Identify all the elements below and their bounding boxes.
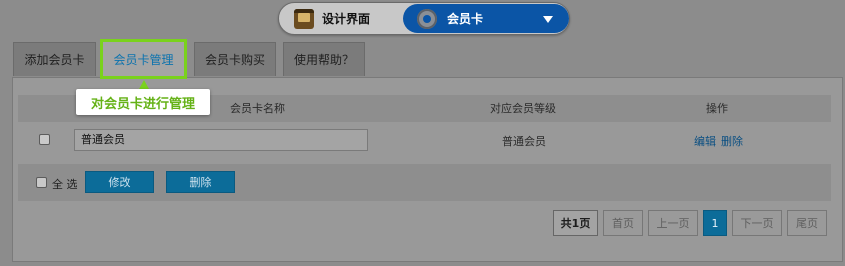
delete-link[interactable]: 删除 [721,133,743,149]
next-page-button[interactable]: 下一页 [732,210,782,236]
column-header-name: 会员卡名称 [230,102,285,115]
board-icon [294,8,314,29]
view-toggle: 设计界面 会员卡 [278,2,570,35]
member-level-value: 普通会员 [502,135,546,148]
page-total: 共1页 [553,210,598,236]
tab-label: 添加会员卡 [24,53,85,67]
guide-tooltip: 对会员卡进行管理 [76,89,210,115]
column-header-level: 对应会员等级 [490,102,556,115]
bulk-delete-button[interactable]: 删除 [166,171,235,193]
member-card-label: 会员卡 [447,12,484,26]
chevron-down-icon [543,16,553,23]
tooltip-arrow [139,80,149,89]
gear-icon [417,8,437,29]
tab-manage-member-card[interactable]: 会员卡管理 [100,39,187,79]
edit-link[interactable]: 编辑 [694,133,716,149]
select-all-label: 全 选 [52,178,78,191]
tab-add-member-card[interactable]: 添加会员卡 [13,42,96,76]
tab-label: 使用帮助？ [293,53,354,67]
current-page-button[interactable]: 1 [703,210,727,236]
member-card-dropdown[interactable]: 会员卡 [403,4,569,33]
design-view-label: 设计界面 [322,12,371,26]
last-page-button[interactable]: 尾页 [787,210,827,236]
tab-buy-member-card[interactable]: 会员卡购买 [194,42,276,76]
tab-label: 会员卡管理 [113,52,174,67]
card-name-field[interactable]: 普通会员 [74,129,368,151]
tab-help[interactable]: 使用帮助？ [283,42,365,76]
first-page-button[interactable]: 首页 [603,210,643,236]
select-all-checkbox[interactable] [36,177,47,188]
modify-button[interactable]: 修改 [85,171,154,193]
prev-page-button[interactable]: 上一页 [648,210,698,236]
tab-label: 会员卡购买 [204,53,265,67]
column-header-actions: 操作 [706,102,728,115]
design-view-button[interactable]: 设计界面 [280,4,404,33]
row-checkbox[interactable] [39,134,50,145]
